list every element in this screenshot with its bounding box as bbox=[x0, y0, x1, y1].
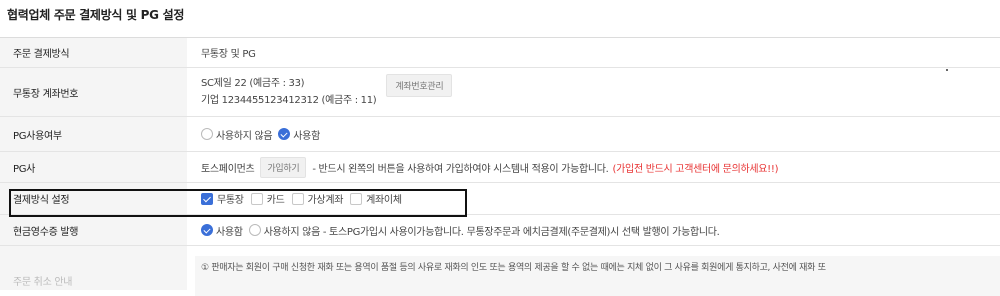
pg-company-name: 토스페이먼츠 bbox=[201, 163, 255, 175]
row-label: 무통장 계좌번호 bbox=[0, 68, 187, 116]
checkbox-virtual-account[interactable]: 가상계좌 bbox=[291, 191, 343, 206]
pg-use-off-radio[interactable]: 사용하지 않음 bbox=[201, 127, 273, 142]
checkbox-bank-transfer[interactable]: 무통장 bbox=[201, 191, 244, 206]
checkbox-card[interactable]: 카드 bbox=[250, 191, 285, 206]
account-line-1: SC제일 22 (예금주 : 33) bbox=[201, 78, 305, 89]
row-label: PG사 bbox=[0, 152, 187, 182]
row-label: PG사용여부 bbox=[0, 117, 187, 151]
account-line-2: 기업 1234455123412312 (예금주 : 11) bbox=[201, 95, 377, 106]
pg-warning: (가입전 반드시 고객센터에 문의하세요!!) bbox=[612, 163, 779, 175]
payment-method-value: 무통장 및 PG bbox=[201, 49, 256, 60]
row-label: 주문 취소 안내 bbox=[0, 246, 187, 290]
manage-account-button[interactable]: 계좌번호관리 bbox=[386, 73, 453, 97]
row-label: 현금영수증 발행 bbox=[0, 215, 187, 245]
row-label: 주문 결제방식 bbox=[0, 38, 187, 67]
pg-description: - 반드시 왼쪽의 버튼을 사용하여 가입하여야 시스템내 적용이 가능합니다. bbox=[312, 163, 609, 175]
join-button[interactable]: 가입하기 bbox=[260, 156, 307, 178]
radio-icon bbox=[201, 128, 213, 140]
row-label: 결제방식 설정 bbox=[0, 183, 187, 214]
row-notice: 주문 취소 안내 ① 판매자는 회원이 구매 신청한 재화 또는 용역이 품절 … bbox=[0, 246, 1000, 296]
checkbox-checked-icon bbox=[201, 192, 213, 205]
row-payment-settings: 결제방식 설정 무통장 카드 가상계좌 계좌이체 bbox=[0, 183, 1000, 215]
checkbox-icon bbox=[250, 192, 263, 205]
notice-text: ① 판매자는 회원이 구매 신청한 재화 또는 용역이 품절 등의 사유로 재화… bbox=[195, 256, 1000, 296]
radio-checked-icon bbox=[201, 224, 213, 236]
row-pg-company: PG사 토스페이먼츠 가입하기 - 반드시 왼쪽의 버튼을 사용하여 가입하여야… bbox=[0, 152, 1000, 183]
row-bank-account: 무통장 계좌번호 SC제일 22 (예금주 : 33) 기업 123445512… bbox=[0, 68, 1000, 117]
pg-use-on-radio[interactable]: 사용함 bbox=[278, 127, 320, 142]
checkbox-account-transfer[interactable]: 계좌이체 bbox=[350, 191, 402, 206]
radio-icon bbox=[248, 224, 261, 236]
radio-checked-icon bbox=[278, 128, 291, 140]
checkbox-icon bbox=[291, 192, 304, 205]
settings-table: 주문 결제방식 무통장 및 PG 무통장 계좌번호 SC제일 22 (예금주 :… bbox=[0, 37, 1000, 296]
page-title: 협력업체 주문 결제방식 및 PG 설정 bbox=[7, 8, 185, 22]
row-cash-receipt: 현금영수증 발행 사용함 사용하지 않음 - 토스PG가입시 사용이가능합니다.… bbox=[0, 215, 1000, 246]
row-payment-method: 주문 결제방식 무통장 및 PG bbox=[0, 38, 1000, 68]
cash-receipt-on-radio[interactable]: 사용함 bbox=[201, 223, 243, 238]
stray-mark bbox=[946, 69, 948, 71]
row-pg-use: PG사용여부 사용하지 않음 사용함 bbox=[0, 117, 1000, 152]
checkbox-icon bbox=[350, 192, 363, 205]
cash-receipt-off-radio[interactable]: 사용하지 않음 - 토스PG가입시 사용이가능합니다. 무통장주문과 에치금결제… bbox=[248, 223, 720, 238]
